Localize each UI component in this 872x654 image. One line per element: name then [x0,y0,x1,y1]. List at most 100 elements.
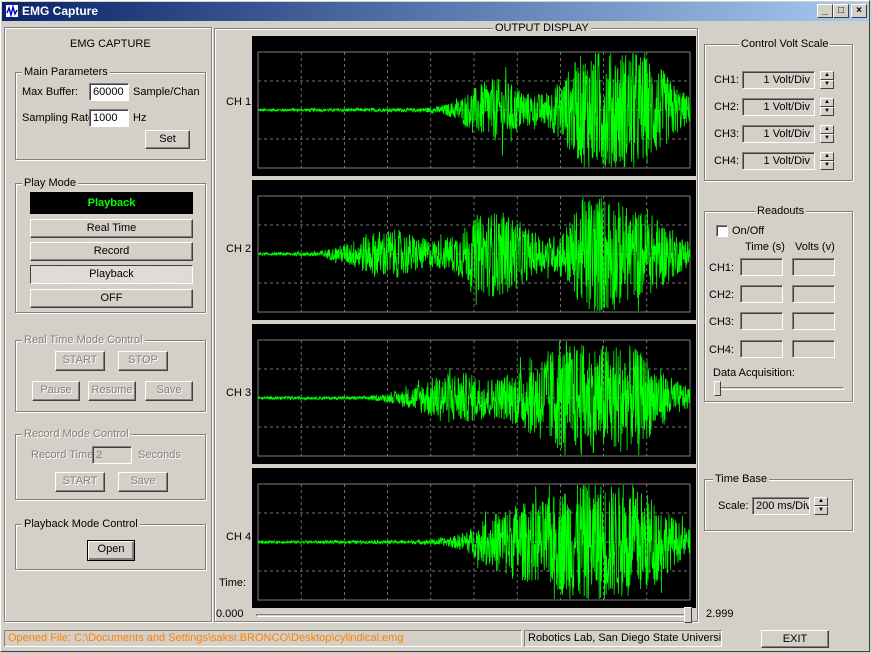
max-buffer-label: Max Buffer: [22,86,79,98]
minimize-button[interactable]: _ [817,4,833,18]
sampling-rate-unit: Hz [133,112,147,124]
maximize-icon: □ [837,5,845,16]
readout-ch2-label: CH2: [709,289,735,301]
ch2-plot [252,180,696,320]
cv-ch4-label: CH4: [714,155,740,167]
rt-stop-button[interactable]: STOP [118,351,168,371]
readouts-legend: Readouts [755,205,807,218]
record-time-input[interactable]: 2 [92,446,132,464]
record-seconds-label: Seconds [138,449,181,461]
time-label: Time: [219,577,247,589]
ch3-plot-svg [257,339,691,457]
maximize-button[interactable]: □ [833,4,849,18]
off-button[interactable]: OFF [30,289,193,308]
rec-save-button[interactable]: Save [118,472,168,492]
exit-button[interactable]: EXIT [761,630,829,648]
real-time-control-legend: Real Time Mode Control [22,334,145,347]
record-control-group: Record Mode Control [15,428,206,500]
time-scale-value[interactable]: 200 ms/Div [752,497,810,515]
readout-ch2-time [740,285,783,303]
scale-label: Scale: [718,500,749,512]
set-button[interactable]: Set [145,130,190,149]
spin-down-icon[interactable]: ▼ [820,134,834,143]
time-slider-thumb[interactable] [684,607,692,623]
ch2-label: CH 2 [226,243,252,255]
volts-header: Volts (v) [795,241,835,253]
cv-ch4-value[interactable]: 1 Volt/Div [742,152,815,170]
ch3-plot [252,324,696,464]
acquisition-slider-thumb[interactable] [714,381,721,396]
play-mode-legend: Play Mode [22,177,78,190]
cv-ch1-value[interactable]: 1 Volt/Div [742,71,815,89]
readout-ch1-volts [792,258,835,276]
onoff-label: On/Off [732,225,765,237]
real-time-button[interactable]: Real Time [30,219,193,238]
spin-up-icon[interactable]: ▲ [820,71,834,80]
readout-ch4-volts [792,340,835,358]
time-base-legend: Time Base [713,473,770,486]
ch1-plot [252,36,696,176]
close-icon: × [856,5,862,16]
playback-button[interactable]: Playback [30,265,193,284]
spin-down-icon[interactable]: ▼ [820,80,834,89]
cv-ch2-value[interactable]: 1 Volt/Div [742,98,815,116]
data-acquisition-label: Data Acquisition: [713,367,795,379]
window-title: EMG Capture [22,4,99,18]
acquisition-slider-track[interactable] [714,387,844,390]
close-button[interactable]: × [851,4,867,18]
play-mode-indicator: Playback [30,192,193,214]
cv-ch4-spinner[interactable]: ▲ ▼ [820,152,834,170]
rt-pause-button[interactable]: Pause [32,381,80,401]
cv-ch1-spinner[interactable]: ▲ ▼ [820,71,834,89]
spin-down-icon[interactable]: ▼ [814,506,828,515]
readout-ch3-label: CH3: [709,316,735,328]
ch4-plot [252,468,696,608]
playback-control-legend: Playback Mode Control [22,518,140,531]
readout-ch4-label: CH4: [709,344,735,356]
cv-ch2-label: CH2: [714,101,740,113]
minimize-icon: _ [822,5,828,16]
control-volt-legend: Control Volt Scale [739,38,831,51]
app-heading: EMG CAPTURE [70,38,151,50]
cv-ch3-label: CH3: [714,128,740,140]
time-scale-spinner[interactable]: ▲ ▼ [814,497,828,515]
sampling-rate-input[interactable]: 1000 [89,109,129,127]
rt-resume-button[interactable]: Resume [88,381,136,401]
rt-save-button[interactable]: Save [145,381,193,401]
cv-ch3-value[interactable]: 1 Volt/Div [742,125,815,143]
cv-ch1-label: CH1: [714,74,740,86]
ch3-label: CH 3 [226,387,252,399]
time-slider-track[interactable] [256,614,692,617]
readout-ch1-time [740,258,783,276]
ch1-plot-svg [257,51,691,169]
readout-ch1-label: CH1: [709,262,735,274]
spin-up-icon[interactable]: ▲ [820,98,834,107]
status-file-path: Opened File: C:\Documents and Settings\s… [4,630,522,647]
time-start-label: 0.000 [216,608,244,620]
spin-down-icon[interactable]: ▼ [820,161,834,170]
cv-ch3-spinner[interactable]: ▲ ▼ [820,125,834,143]
cv-ch2-spinner[interactable]: ▲ ▼ [820,98,834,116]
rec-start-button[interactable]: START [55,472,105,492]
max-buffer-input[interactable]: 60000 [89,83,129,101]
rt-start-button[interactable]: START [55,351,105,371]
title-bar[interactable]: EMG Capture [2,2,868,21]
sampling-rate-label: Sampling Rate: [22,112,98,124]
readout-ch3-time [740,312,783,330]
time-header: Time (s) [745,241,785,253]
ch4-label: CH 4 [226,531,252,543]
record-time-label: Record Time: [31,449,97,461]
spin-up-icon[interactable]: ▲ [820,152,834,161]
real-time-control-group: Real Time Mode Control [15,334,206,412]
open-button[interactable]: Open [87,540,135,561]
ch4-plot-svg [257,483,691,601]
spin-up-icon[interactable]: ▲ [814,497,828,506]
readout-ch2-volts [792,285,835,303]
status-lab: Robotics Lab, San Diego State University [524,630,722,647]
spin-down-icon[interactable]: ▼ [820,107,834,116]
record-button[interactable]: Record [30,242,193,261]
onoff-checkbox[interactable] [716,225,728,237]
output-display-title: OUTPUT DISPLAY [493,22,591,35]
spin-up-icon[interactable]: ▲ [820,125,834,134]
readout-ch4-time [740,340,783,358]
